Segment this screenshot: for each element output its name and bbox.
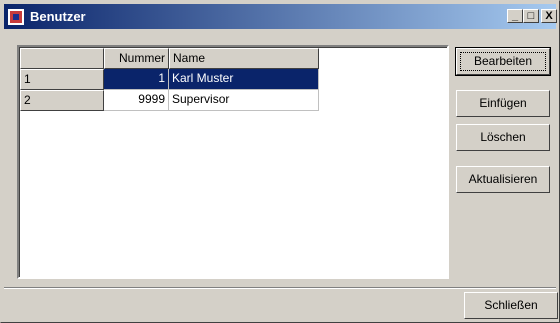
- aktualisieren-label: Aktualisieren: [468, 172, 538, 186]
- separator: [4, 287, 556, 289]
- grid-corner-header: [20, 48, 104, 69]
- aktualisieren-button[interactable]: Aktualisieren: [456, 166, 550, 193]
- cell-nummer[interactable]: 9999: [104, 90, 169, 111]
- bearbeiten-label: Bearbeiten: [473, 54, 533, 68]
- einfuegen-label: Einfügen: [479, 96, 527, 110]
- schliessen-label: Schließen: [484, 298, 538, 312]
- row-header[interactable]: 2: [20, 90, 104, 111]
- window-title: Benutzer: [30, 9, 86, 24]
- minimize-button[interactable]: _: [507, 9, 523, 23]
- column-header-nummer[interactable]: Nummer: [104, 48, 169, 69]
- user-grid[interactable]: Nummer Name 1 1 Karl Muster 2 9999 Super…: [17, 45, 449, 279]
- cell-nummer[interactable]: 1: [104, 69, 169, 90]
- row-header[interactable]: 1: [20, 69, 104, 90]
- einfuegen-button[interactable]: Einfügen: [456, 90, 550, 117]
- bearbeiten-button[interactable]: Bearbeiten: [455, 47, 551, 76]
- titlebar[interactable]: Benutzer _ □ X: [4, 4, 557, 29]
- app-icon: [8, 9, 24, 25]
- benutzer-window: Benutzer _ □ X Nummer Name 1 1 Karl Must…: [0, 0, 560, 323]
- close-button[interactable]: X: [541, 9, 557, 23]
- loeschen-button[interactable]: Löschen: [456, 124, 550, 151]
- schliessen-button[interactable]: Schließen: [464, 292, 558, 319]
- cell-name[interactable]: Karl Muster: [169, 69, 319, 90]
- cell-name[interactable]: Supervisor: [169, 90, 319, 111]
- maximize-button[interactable]: □: [523, 9, 539, 23]
- column-header-name[interactable]: Name: [169, 48, 319, 69]
- loeschen-label: Löschen: [480, 130, 526, 144]
